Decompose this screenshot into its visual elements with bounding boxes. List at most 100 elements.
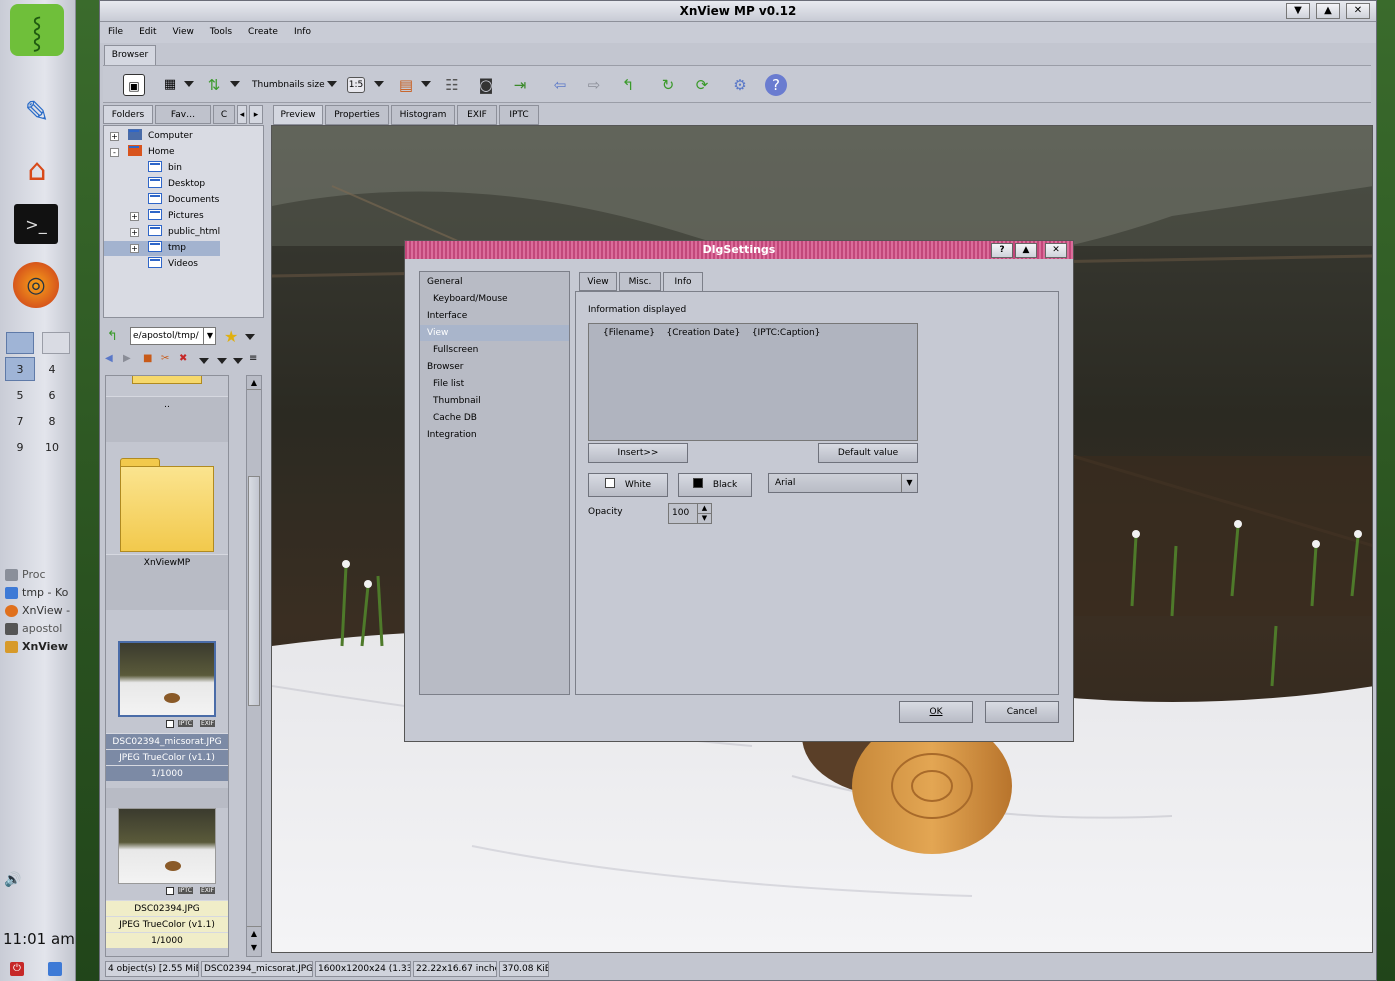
file-item-selected[interactable]: IPTC EXIF DSC02394_micsorat.JPG JPEG Tru… [106, 641, 228, 781]
sort-icon[interactable]: ⇅ [203, 74, 225, 96]
spin-down-icon[interactable]: ▼ [697, 514, 711, 523]
firefox-icon[interactable]: ◎ [13, 262, 59, 308]
desktop-5[interactable]: 5 [5, 384, 35, 408]
settings-category-file-list[interactable]: File list [420, 376, 569, 392]
task-item[interactable]: Proc [2, 566, 74, 584]
expand-icon[interactable]: + [130, 212, 139, 221]
desktop-10[interactable]: 10 [37, 436, 67, 460]
desktop-6[interactable]: 6 [37, 384, 67, 408]
tab-folders[interactable]: Folders [103, 105, 153, 124]
back-icon[interactable]: ◀ [105, 353, 113, 364]
chevron-down-icon[interactable] [184, 81, 194, 87]
chevron-down-icon[interactable] [245, 334, 255, 340]
desktop-7[interactable]: 7 [5, 410, 35, 434]
settings-category-view[interactable]: View [420, 325, 569, 341]
default-value-button[interactable]: Default value [818, 443, 918, 463]
close-button[interactable]: ✕ [1346, 3, 1370, 19]
chevron-down-icon[interactable] [199, 358, 209, 364]
desktop-9[interactable]: 9 [5, 436, 35, 460]
tree-item-tmp[interactable]: + tmp [104, 241, 220, 256]
settings-category-fullscreen[interactable]: Fullscreen [420, 342, 569, 358]
desktop-4[interactable]: 4 [37, 358, 67, 382]
menu-create[interactable]: Create [240, 22, 286, 43]
settings-category-thumbnail[interactable]: Thumbnail [420, 393, 569, 409]
folder-item[interactable]: XnViewMP [106, 456, 228, 610]
scrollbar-thumb[interactable] [248, 476, 260, 706]
lock-icon[interactable] [48, 962, 62, 976]
go-up-icon[interactable]: ↰ [107, 329, 118, 344]
export-icon[interactable]: ⇥ [509, 74, 531, 96]
forward-icon[interactable]: ▶ [123, 353, 131, 364]
task-item[interactable]: XnView - [2, 602, 74, 620]
back-arrow-icon[interactable]: ⇦ [549, 74, 571, 96]
menu-info[interactable]: Info [286, 22, 319, 43]
scroll-up-icon[interactable]: ▲ [247, 376, 261, 390]
fullscreen-icon[interactable]: ▣ [123, 74, 145, 96]
firefox-thumb-icon[interactable] [42, 332, 70, 354]
forward-arrow-icon[interactable]: ⇨ [583, 74, 605, 96]
settings-category-browser[interactable]: Browser [420, 359, 569, 375]
black-color-button[interactable]: Black [678, 473, 752, 497]
thumbnail-scrollbar[interactable]: ▲ ▲ ▼ [246, 375, 262, 957]
folder-thumb-partial[interactable] [106, 376, 228, 386]
tree-item-computer[interactable]: + Computer [110, 129, 193, 144]
tab-preview[interactable]: Preview [273, 105, 323, 125]
chevron-down-icon[interactable]: ▼ [203, 327, 216, 345]
settings-category-general[interactable]: General [420, 274, 569, 290]
chevron-down-icon[interactable] [217, 358, 227, 364]
chevron-down-icon[interactable] [327, 81, 337, 87]
clock[interactable]: 11:01 am [3, 930, 75, 948]
menu-view[interactable]: View [165, 22, 202, 43]
tab-misc[interactable]: Misc. [619, 272, 661, 291]
tab-scroll-left-icon[interactable]: ◂ [237, 105, 247, 124]
thumbnails-size-label[interactable]: Thumbnails size [252, 80, 325, 90]
tab-properties[interactable]: Properties [325, 105, 389, 125]
chevron-down-icon[interactable] [421, 81, 431, 87]
favorite-star-icon[interactable]: ★ [224, 327, 238, 346]
opacity-spinbox[interactable]: 100 ▲ ▼ [668, 503, 712, 524]
scroll-down-icon[interactable]: ▼ [247, 941, 261, 955]
tree-item-home[interactable]: - Home [110, 145, 175, 160]
home-icon[interactable]: ⌂ [10, 144, 64, 196]
menu-file[interactable]: File [100, 22, 131, 43]
parent-folder-item[interactable]: .. [106, 396, 228, 442]
shade-button[interactable]: ▲ [1015, 243, 1037, 258]
view-mode-icon[interactable]: ▦ [159, 74, 181, 96]
settings-category-keyboard-mouse[interactable]: Keyboard/Mouse [420, 291, 569, 307]
tab-favorites[interactable]: Fav… [155, 105, 211, 124]
kwrite-icon[interactable]: ✎ [10, 86, 64, 138]
logout-icon[interactable]: ⏻ [10, 962, 24, 976]
menu-tools[interactable]: Tools [202, 22, 240, 43]
speaker-icon[interactable]: 🔊 [4, 872, 21, 888]
settings-category-cache-db[interactable]: Cache DB [420, 410, 569, 426]
tab-info[interactable]: Info [663, 272, 703, 292]
settings-category-integration[interactable]: Integration [420, 427, 569, 443]
terminal-icon[interactable]: >_ [14, 204, 58, 244]
tree-view-icon[interactable]: ☷ [441, 74, 463, 96]
tab-view[interactable]: View [579, 272, 617, 291]
reload-icon[interactable]: ⟳ [691, 74, 713, 96]
menu-edit[interactable]: Edit [131, 22, 164, 43]
rename-icon[interactable]: ✂ [161, 353, 169, 364]
tab-browser[interactable]: Browser [104, 45, 156, 65]
settings-category-interface[interactable]: Interface [420, 308, 569, 324]
insert-button[interactable]: Insert>> [588, 443, 688, 463]
dialog-titlebar[interactable]: DlgSettings ? ▲ ✕ [405, 241, 1073, 259]
window-thumb-icon[interactable] [6, 332, 34, 354]
expand-icon[interactable]: + [110, 132, 119, 141]
ok-button[interactable]: OK [899, 701, 973, 723]
tab-scroll-right-icon[interactable]: ▸ [249, 105, 263, 124]
chevron-down-icon[interactable] [233, 358, 243, 364]
new-folder-icon[interactable]: ■ [143, 353, 152, 364]
file-item[interactable]: IPTC EXIF DSC02394.JPG JPEG TrueColor (v… [106, 788, 228, 948]
refresh-icon[interactable]: ↻ [657, 74, 679, 96]
task-item[interactable]: apostol [2, 620, 74, 638]
settings-gear-icon[interactable]: ⚙ [729, 74, 751, 96]
window-titlebar[interactable]: XnView MP v0.12 ▼ ▲ ✕ [100, 1, 1376, 22]
close-button[interactable]: ✕ [1045, 243, 1067, 258]
parent-folder-icon[interactable]: ↰ [617, 74, 639, 96]
tree-item-bin[interactable]: bin [148, 161, 182, 176]
ratio-icon[interactable]: 1:5 [347, 77, 365, 93]
scroll-up-icon[interactable]: ▲ [247, 926, 261, 940]
tab-categories[interactable]: C [213, 105, 235, 124]
